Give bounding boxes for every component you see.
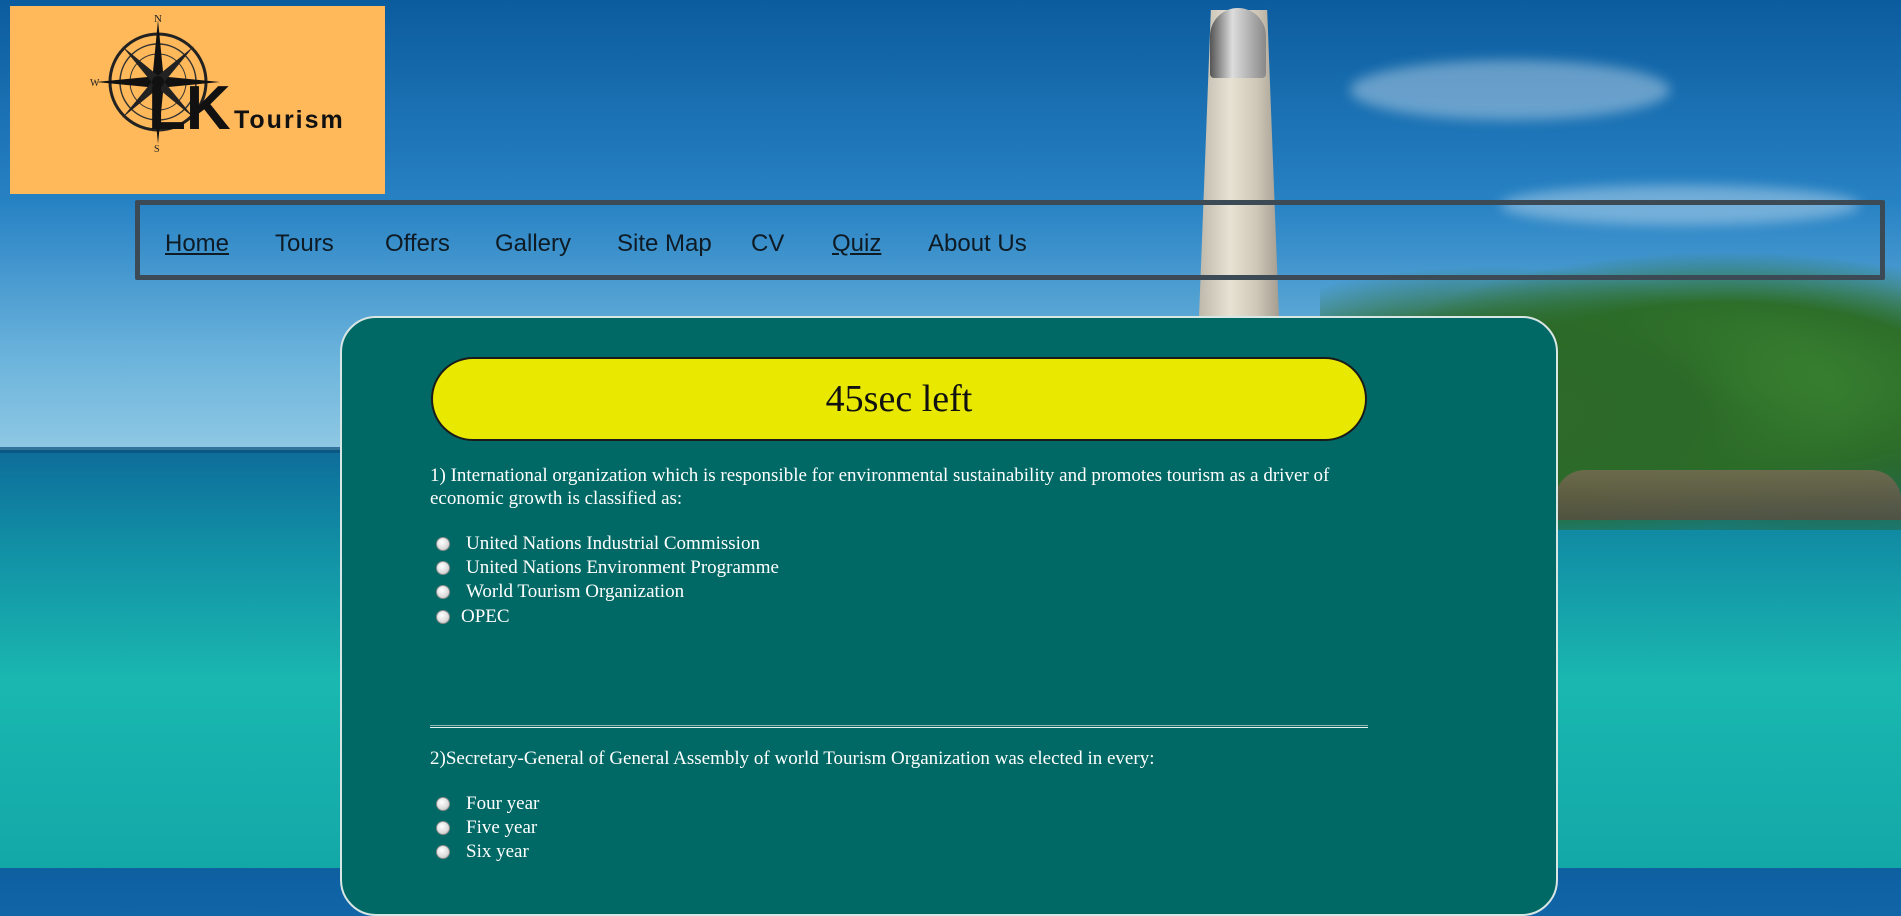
question-divider <box>430 725 1368 728</box>
quiz-timer: 45sec left <box>431 357 1367 441</box>
cloud <box>1350 60 1670 120</box>
logo-word: Tourism <box>234 106 345 134</box>
shore-rocks <box>1555 470 1901 520</box>
radio-button[interactable] <box>436 845 450 859</box>
question-2-option-3[interactable]: Six year <box>436 841 529 863</box>
site-logo[interactable]: N W S LK Tourism <box>10 6 385 194</box>
question-2-option-1[interactable]: Four year <box>436 793 539 815</box>
question-2-option-2[interactable]: Five year <box>436 817 537 839</box>
question-1-option-1[interactable]: United Nations Industrial Commission <box>436 533 760 555</box>
question-1-option-4[interactable]: OPEC <box>436 606 510 628</box>
nav-gallery-link[interactable]: Gallery <box>495 230 571 258</box>
radio-button[interactable] <box>436 821 450 835</box>
nav-cv-link[interactable]: CV <box>751 230 784 258</box>
question-1-text: 1) International organization which is r… <box>430 465 1330 509</box>
question-2-text: 2)Secretary-General of General Assembly … <box>430 748 1155 769</box>
svg-text:N: N <box>154 13 162 25</box>
nav-tours-link[interactable]: Tours <box>275 230 334 258</box>
radio-button[interactable] <box>436 585 450 599</box>
quiz-panel: 45sec left 1) International organization… <box>340 316 1558 916</box>
question-1-option-3[interactable]: World Tourism Organization <box>436 581 684 603</box>
lighthouse-lantern <box>1210 8 1266 78</box>
radio-button[interactable] <box>436 610 450 624</box>
compass-icon: N W S LK Tourism <box>90 13 345 155</box>
svg-text:W: W <box>90 78 100 89</box>
radio-button[interactable] <box>436 797 450 811</box>
svg-text:S: S <box>154 144 160 155</box>
radio-button[interactable] <box>436 561 450 575</box>
question-1-option-2[interactable]: United Nations Environment Programme <box>436 557 779 579</box>
nav-about-us-link[interactable]: About Us <box>928 230 1027 258</box>
logo-letters: LK <box>148 74 231 143</box>
nav-offers-link[interactable]: Offers <box>385 230 450 258</box>
nav-site-map-link[interactable]: Site Map <box>617 230 712 258</box>
main-navigation: Home Tours Offers Gallery Site Map CV Qu… <box>135 200 1885 280</box>
radio-button[interactable] <box>436 537 450 551</box>
nav-quiz-link[interactable]: Quiz <box>832 230 881 258</box>
nav-home-link[interactable]: Home <box>165 230 229 258</box>
